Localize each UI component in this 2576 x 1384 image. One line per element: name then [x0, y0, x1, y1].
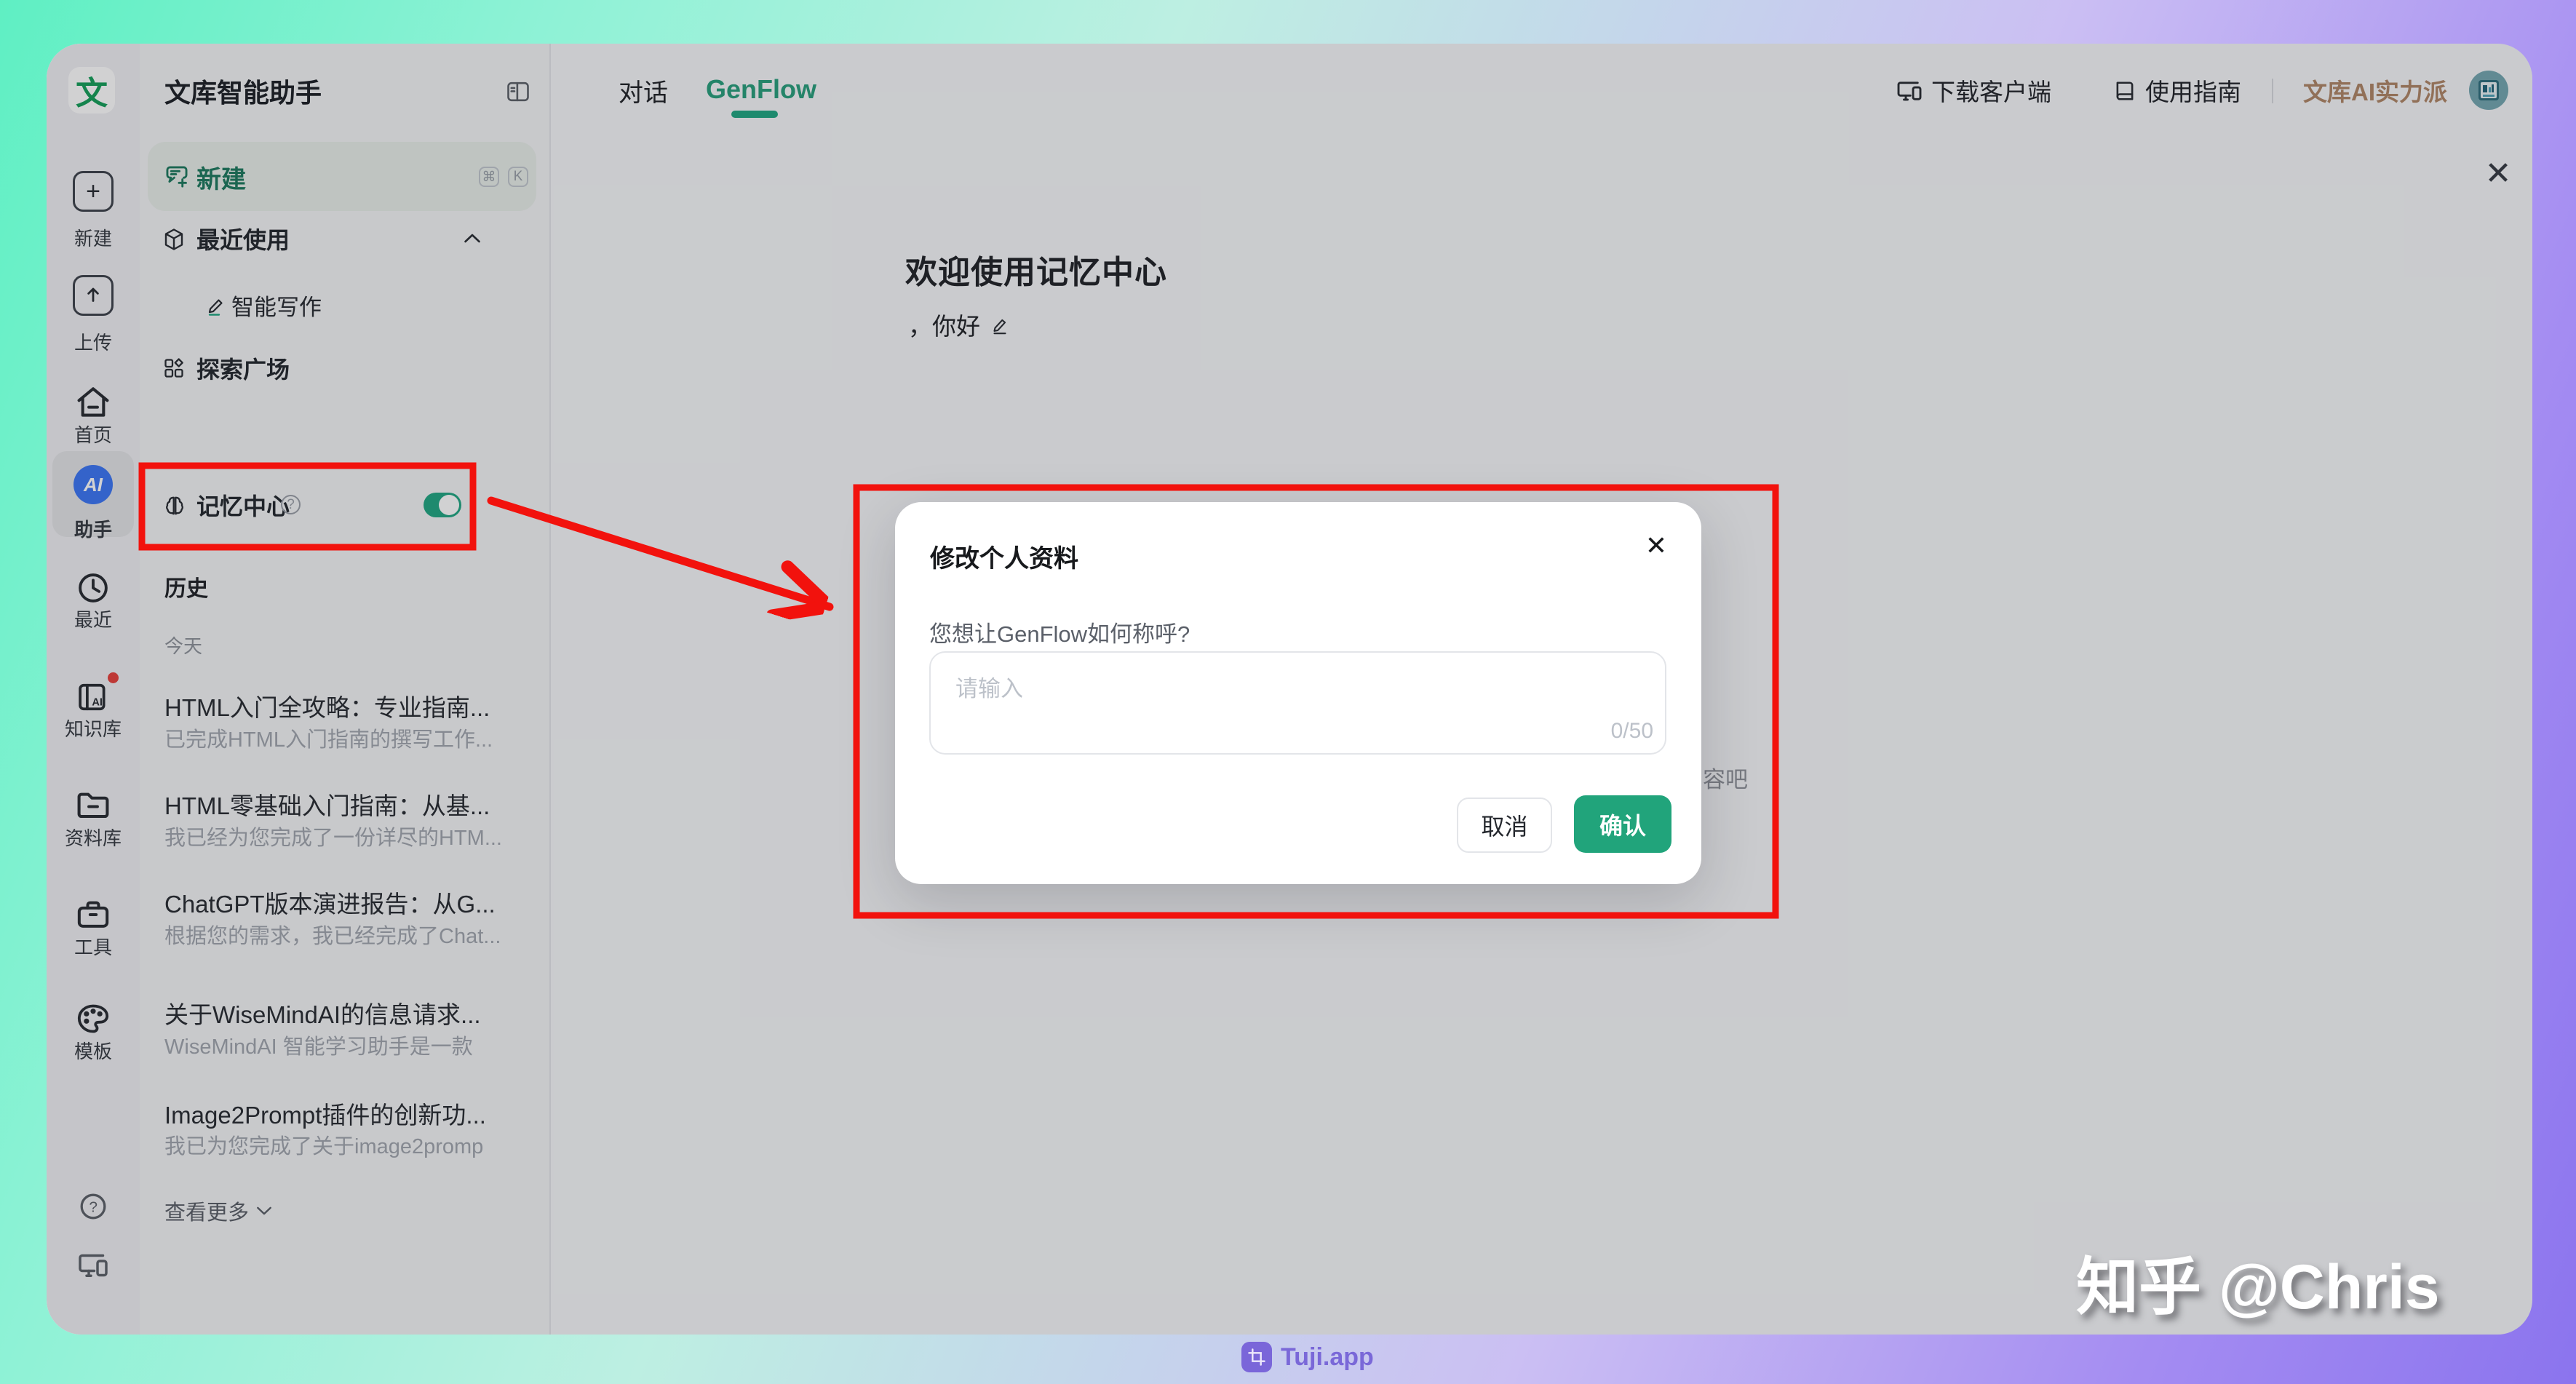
modal-title: 修改个人资料	[930, 538, 1078, 574]
watermark: 知乎 @Chris	[2076, 1236, 2440, 1327]
screenshot-stage: 文 + 新建 上传 首页 AI 助手 最近 AI 知识库 资料库	[0, 0, 2576, 1384]
tuji-badge-label: Tuji.app	[1281, 1343, 1374, 1372]
confirm-button[interactable]: 确认	[1574, 795, 1671, 853]
cancel-button[interactable]: 取消	[1457, 798, 1552, 853]
modal-question: 您想让GenFlow如何称呼?	[929, 616, 1190, 648]
nickname-input[interactable]	[929, 651, 1666, 755]
crop-icon	[1241, 1342, 1272, 1372]
edit-profile-modal: 修改个人资料 ✕ 您想让GenFlow如何称呼? 0/50 取消 确认	[895, 502, 1701, 884]
char-counter: 0/50	[1611, 719, 1653, 744]
modal-close-button[interactable]: ✕	[1639, 528, 1674, 563]
tuji-badge: Tuji.app	[1241, 1339, 1374, 1375]
